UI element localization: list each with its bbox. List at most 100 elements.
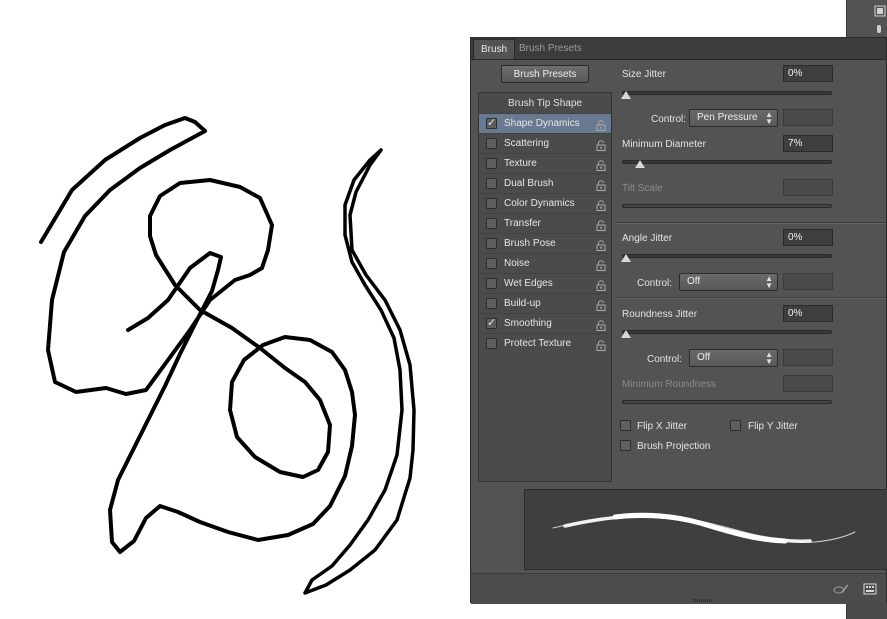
sidebar-item-dual-brush[interactable]: Dual Brush (479, 173, 611, 193)
sidebar-checkbox[interactable]: ✓ (486, 318, 497, 329)
minimum-roundness-field (783, 375, 833, 392)
roundness-control-label: Control: (647, 354, 683, 365)
dock-handle-icon[interactable] (877, 25, 881, 33)
brush-panel: Brush Brush Presets Brush Presets Brush … (470, 37, 887, 604)
angle-jitter-label: Angle Jitter (622, 233, 673, 244)
sidebar-item-label: Shape Dynamics (504, 118, 580, 129)
angle-control-value: Off (687, 276, 701, 287)
minimum-diameter-thumb[interactable] (635, 160, 645, 168)
sidebar-item-shape-dynamics[interactable]: ✓ Shape Dynamics (479, 113, 611, 133)
angle-control-label: Control: (637, 278, 673, 289)
roundness-jitter-slider[interactable] (622, 330, 832, 334)
angle-control-extra-field (783, 273, 833, 290)
minimum-roundness-label: Minimum Roundness (622, 379, 716, 390)
sidebar-item-texture[interactable]: Texture (479, 153, 611, 173)
panel-icon[interactable] (873, 4, 887, 18)
tab-brush[interactable]: Brush (473, 39, 516, 59)
resize-grip[interactable] (693, 599, 713, 602)
size-control-select[interactable]: Pen Pressure ▲ ▼ (689, 109, 778, 127)
tilt-scale-label: Tilt Scale (622, 183, 663, 194)
sidebar-item-label: Color Dynamics (504, 198, 575, 209)
lock-icon[interactable] (596, 338, 606, 351)
tab-brush-presets[interactable]: Brush Presets (512, 39, 589, 59)
minimum-diameter-field[interactable]: 7% (783, 135, 833, 152)
sidebar-checkbox[interactable]: ✓ (486, 118, 497, 129)
sidebar-item-color-dynamics[interactable]: Color Dynamics (479, 193, 611, 213)
roundness-control-extra-field (783, 349, 833, 366)
lock-icon[interactable] (596, 238, 606, 251)
sidebar-item-build-up[interactable]: Build-up (479, 293, 611, 313)
size-jitter-field[interactable]: 0% (783, 65, 833, 82)
lock-icon[interactable] (596, 258, 606, 271)
sidebar-checkbox[interactable] (486, 278, 497, 289)
sidebar-checkbox[interactable] (486, 238, 497, 249)
flip-y-checkbox[interactable] (730, 420, 741, 431)
flip-y-label: Flip Y Jitter (748, 421, 798, 432)
panel-footer (471, 573, 886, 604)
sidebar-checkbox[interactable] (486, 138, 497, 149)
brush-toggle-icon[interactable] (833, 582, 849, 594)
sidebar-item-wet-edges[interactable]: Wet Edges (479, 273, 611, 293)
updown-arrow-icon: ▲ ▼ (765, 110, 773, 126)
dock-top-bar (847, 0, 887, 39)
panel-tabbar: Brush Brush Presets (471, 38, 886, 60)
lock-icon[interactable] (596, 218, 606, 231)
sidebar-item-label: Transfer (504, 218, 541, 229)
brush-projection-checkbox[interactable] (620, 440, 631, 451)
tilt-scale-field (783, 179, 833, 196)
sidebar-item-protect-texture[interactable]: Protect Texture (479, 333, 611, 353)
sidebar-item-transfer[interactable]: Transfer (479, 213, 611, 233)
sidebar-item-label: Build-up (504, 298, 541, 309)
roundness-jitter-thumb[interactable] (621, 330, 631, 338)
brush-options-list: Brush Tip Shape ✓ Shape Dynamics Scatterin… (478, 92, 612, 482)
flip-x-checkbox[interactable] (620, 420, 631, 431)
angle-jitter-field[interactable]: 0% (783, 229, 833, 246)
size-jitter-slider[interactable] (622, 91, 832, 95)
angle-jitter-thumb[interactable] (621, 254, 631, 262)
lock-icon[interactable] (596, 178, 606, 191)
lock-icon[interactable] (596, 318, 606, 331)
lock-icon[interactable] (596, 298, 606, 311)
sidebar-item-scattering[interactable]: Scattering (479, 133, 611, 153)
sidebar-checkbox[interactable] (486, 258, 497, 269)
roundness-control-select[interactable]: Off ▲ ▼ (689, 349, 778, 367)
sidebar-checkbox[interactable] (486, 298, 497, 309)
lock-icon[interactable] (596, 278, 606, 291)
sidebar-item-label: Wet Edges (504, 278, 553, 289)
size-jitter-thumb[interactable] (621, 91, 631, 99)
sidebar-item-brush-pose[interactable]: Brush Pose (479, 233, 611, 253)
minimum-roundness-slider (622, 400, 832, 404)
sidebar-checkbox[interactable] (486, 338, 497, 349)
check-icon: ✓ (487, 117, 497, 129)
minimum-diameter-slider[interactable] (622, 160, 832, 164)
size-control-extra-field (783, 109, 833, 126)
roundness-jitter-field[interactable]: 0% (783, 305, 833, 322)
sidebar-checkbox[interactable] (486, 218, 497, 229)
brush-stroke-preview (524, 489, 887, 570)
lock-icon[interactable] (596, 158, 606, 171)
size-jitter-label: Size Jitter (622, 69, 666, 80)
scribble-path-right (303, 148, 416, 595)
brush-presets-button[interactable]: Brush Presets (501, 65, 589, 83)
lock-icon[interactable] (596, 198, 606, 211)
sidebar-checkbox[interactable] (486, 198, 497, 209)
brush-tip-shape-item[interactable]: Brush Tip Shape (479, 95, 611, 113)
angle-control-select[interactable]: Off ▲ ▼ (679, 273, 778, 291)
scribble-path (39, 116, 357, 554)
section-divider (616, 222, 886, 224)
lock-icon[interactable] (596, 138, 606, 151)
roundness-control-value: Off (697, 352, 711, 363)
grid-icon[interactable] (863, 582, 877, 595)
sidebar-checkbox[interactable] (486, 178, 497, 189)
sidebar-item-label: Smoothing (504, 318, 552, 329)
sidebar-item-label: Dual Brush (504, 178, 554, 189)
sidebar-checkbox[interactable] (486, 158, 497, 169)
lock-icon[interactable] (596, 118, 606, 131)
sidebar-item-smoothing[interactable]: ✓ Smoothing (479, 313, 611, 333)
flip-x-label: Flip X Jitter (637, 421, 688, 432)
angle-jitter-slider[interactable] (622, 254, 832, 258)
brush-projection-label: Brush Projection (637, 441, 711, 452)
sidebar-item-label: Brush Pose (504, 238, 556, 249)
updown-arrow-icon: ▲ ▼ (765, 350, 773, 366)
sidebar-item-noise[interactable]: Noise (479, 253, 611, 273)
